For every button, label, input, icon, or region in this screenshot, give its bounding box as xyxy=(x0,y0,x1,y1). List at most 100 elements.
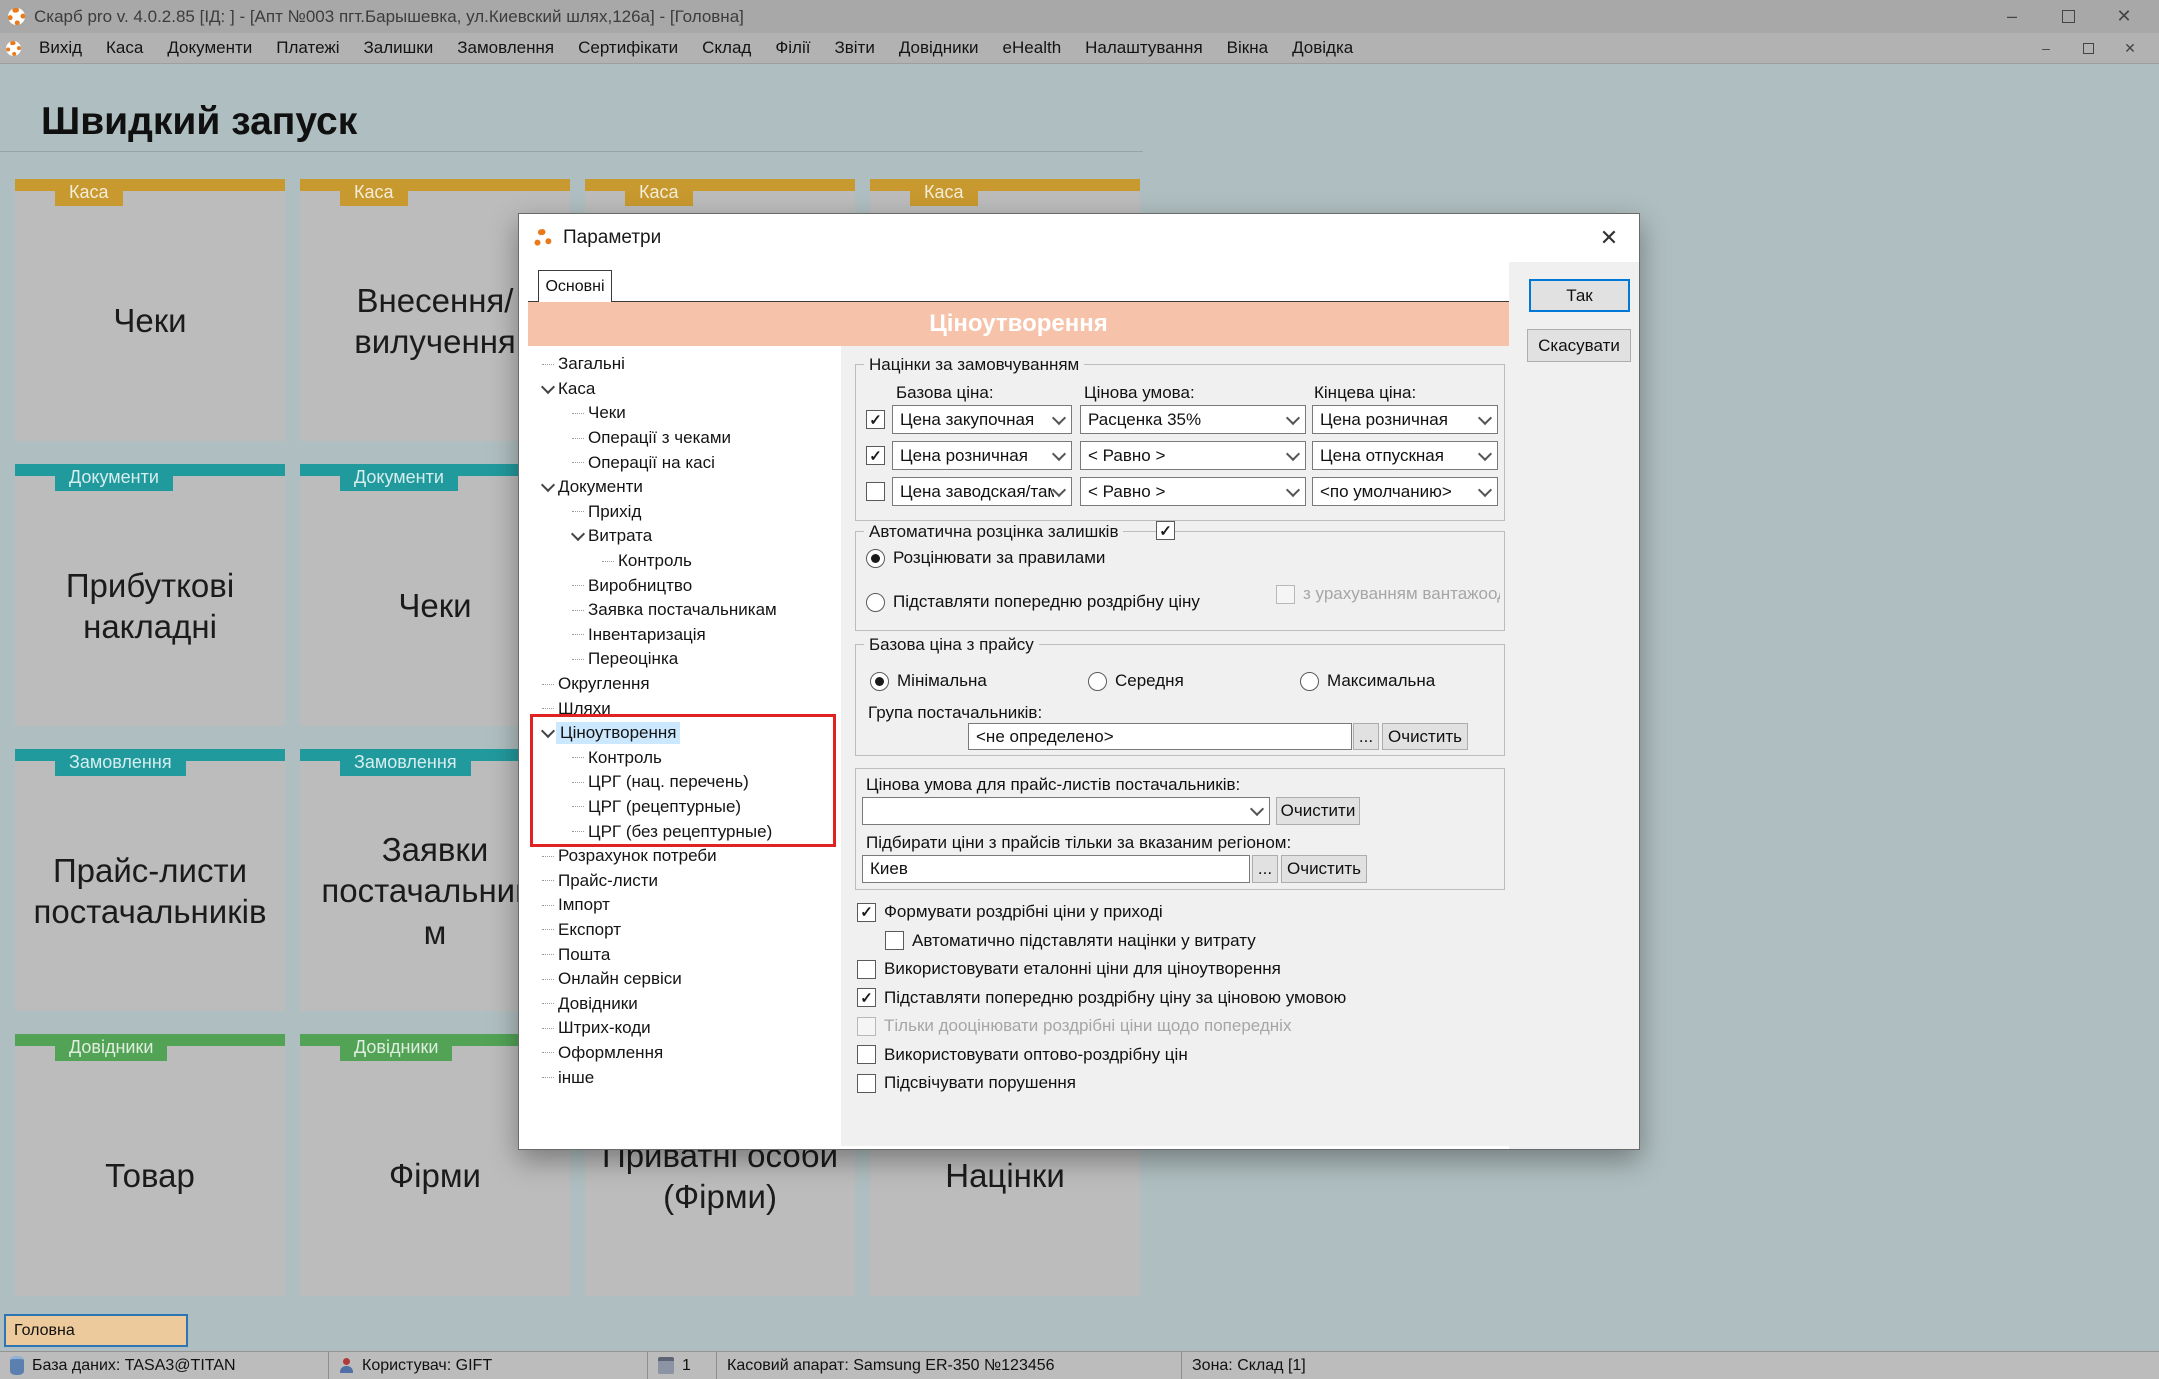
tree-item-Прихід[interactable]: Прихід xyxy=(528,500,841,525)
final-price-combo[interactable]: <по умолчанию> xyxy=(1312,477,1498,506)
tree-item-Онлайн сервіси[interactable]: Онлайн сервіси xyxy=(528,967,841,992)
tree-item-Штрих-коди[interactable]: Штрих-коди xyxy=(528,1016,841,1041)
tree-item-ЦРГ (нац. перечень)[interactable]: ЦРГ (нац. перечень) xyxy=(528,770,841,795)
home-tab[interactable]: Головна xyxy=(4,1314,188,1347)
tree-item-Чеки[interactable]: Чеки xyxy=(528,401,841,426)
menu-item-eHealth[interactable]: eHealth xyxy=(991,34,1074,62)
restore-icon[interactable] xyxy=(2055,6,2081,28)
menu-item-Довідники[interactable]: Довідники xyxy=(887,34,991,62)
tree-item-Контроль[interactable]: Контроль xyxy=(528,746,841,771)
radio-prev-price[interactable] xyxy=(866,593,885,612)
option-row[interactable]: Використовувати еталонні ціни для ціноут… xyxy=(857,959,1281,979)
tree-item-Шляхи[interactable]: Шляхи xyxy=(528,696,841,721)
tile-Товар[interactable]: ДовідникиТовар xyxy=(15,1034,285,1296)
price-condition-clear-button[interactable]: Очистити xyxy=(1276,797,1360,825)
radio-max-row[interactable]: Максимальна xyxy=(1300,671,1435,691)
price-condition-combo[interactable] xyxy=(862,797,1270,825)
markup-row-checkbox[interactable]: ✓ xyxy=(866,446,885,465)
tree-item-Імпорт[interactable]: Імпорт xyxy=(528,893,841,918)
menu-item-Налаштування[interactable]: Налаштування xyxy=(1073,34,1215,62)
tree-item-Операції на касі[interactable]: Операції на касі xyxy=(528,450,841,475)
tree-item-Контроль[interactable]: Контроль xyxy=(528,549,841,574)
tree-item-ЦРГ (без рецептурные)[interactable]: ЦРГ (без рецептурные) xyxy=(528,819,841,844)
mdi-restore-icon[interactable] xyxy=(2075,37,2101,59)
dialog-close-icon[interactable]: ✕ xyxy=(1591,220,1627,256)
tree-item-Документи[interactable]: Документи xyxy=(528,475,841,500)
mdi-minimize-icon[interactable]: – xyxy=(2033,37,2059,59)
menu-item-Довідка[interactable]: Довідка xyxy=(1280,34,1365,62)
radio-prev-price-row[interactable]: Підставляти попередню роздрібну ціну xyxy=(866,592,1200,612)
option-row[interactable]: Автоматично підставляти націнки у витрат… xyxy=(885,931,1256,951)
tree-item-Заявка постачальникам[interactable]: Заявка постачальникам xyxy=(528,598,841,623)
menu-item-Вікна[interactable]: Вікна xyxy=(1215,34,1280,62)
menu-item-Залишки[interactable]: Залишки xyxy=(352,34,446,62)
region-browse-button[interactable]: ... xyxy=(1252,855,1278,883)
menu-item-Замовлення[interactable]: Замовлення xyxy=(445,34,566,62)
menu-item-Документи[interactable]: Документи xyxy=(155,34,264,62)
tree-item-Ціноутворення[interactable]: Ціноутворення xyxy=(528,721,841,746)
menu-item-Сертифікати[interactable]: Сертифікати xyxy=(566,34,690,62)
menu-item-Склад[interactable]: Склад xyxy=(690,34,763,62)
close-icon[interactable]: ✕ xyxy=(2111,6,2137,28)
tab-osnovni[interactable]: Основні xyxy=(538,270,612,302)
tree-item-Переоцінка[interactable]: Переоцінка xyxy=(528,647,841,672)
minimize-icon[interactable]: – xyxy=(1999,6,2025,28)
tree-item-Інвентаризація[interactable]: Інвентаризація xyxy=(528,623,841,648)
tree-item-Виробництво[interactable]: Виробництво xyxy=(528,573,841,598)
ok-button[interactable]: Так xyxy=(1529,279,1630,312)
cancel-button[interactable]: Скасувати xyxy=(1527,329,1631,362)
radio-max[interactable] xyxy=(1300,672,1319,691)
tree-item-Операції з чеками[interactable]: Операції з чеками xyxy=(528,426,841,451)
tree-item-Прайс-листи[interactable]: Прайс-листи xyxy=(528,868,841,893)
option-checkbox[interactable] xyxy=(857,1074,876,1093)
tree-item-Довідники[interactable]: Довідники xyxy=(528,991,841,1016)
option-row[interactable]: Підсвічувати порушення xyxy=(857,1073,1076,1093)
tree-item-ЦРГ (рецептурные)[interactable]: ЦРГ (рецептурные) xyxy=(528,795,841,820)
region-clear-button[interactable]: Очистить xyxy=(1281,855,1367,883)
radio-mid-row[interactable]: Середня xyxy=(1088,671,1184,691)
auto-pricing-checkbox[interactable]: ✓ xyxy=(1156,521,1175,540)
tree-item-Розрахунок потреби[interactable]: Розрахунок потреби xyxy=(528,844,841,869)
menu-item-Платежі[interactable]: Платежі xyxy=(264,34,351,62)
supplier-group-field[interactable]: <не определено> xyxy=(968,723,1352,750)
radio-mid[interactable] xyxy=(1088,672,1107,691)
radio-min-row[interactable]: Мінімальна xyxy=(870,671,987,691)
option-checkbox[interactable]: ✓ xyxy=(857,903,876,922)
option-checkbox[interactable] xyxy=(857,1045,876,1064)
tree-item-Витрата[interactable]: Витрата xyxy=(528,524,841,549)
tree-item-Експорт[interactable]: Експорт xyxy=(528,918,841,943)
tree-item-Пошта[interactable]: Пошта xyxy=(528,942,841,967)
option-checkbox[interactable]: ✓ xyxy=(857,988,876,1007)
radio-rules-row[interactable]: Розцінювати за правилами xyxy=(866,548,1105,568)
tree-item-Каса[interactable]: Каса xyxy=(528,377,841,402)
tree-item-Загальні[interactable]: Загальні xyxy=(528,352,841,377)
supplier-browse-button[interactable]: ... xyxy=(1353,723,1379,750)
option-row[interactable]: Використовувати оптово-роздрібну цін xyxy=(857,1045,1188,1065)
tile-Прибуткові накладні[interactable]: ДокументиПрибуткові накладні xyxy=(15,464,285,726)
mdi-close-icon[interactable]: ✕ xyxy=(2117,37,2143,59)
menu-item-Вихід[interactable]: Вихід xyxy=(27,34,94,62)
menu-item-Каса[interactable]: Каса xyxy=(94,34,155,62)
price-condition-combo[interactable]: < Равно > xyxy=(1080,441,1306,470)
option-checkbox[interactable] xyxy=(857,960,876,979)
supplier-clear-button[interactable]: Очистить xyxy=(1382,723,1468,750)
price-condition-combo[interactable]: Расценка 35% xyxy=(1080,405,1306,434)
radio-min[interactable] xyxy=(870,672,889,691)
final-price-combo[interactable]: Цена отпускная xyxy=(1312,441,1498,470)
tile-Прайс-листи постачальників[interactable]: ЗамовленняПрайс-листи постачальників xyxy=(15,749,285,1011)
tree-item-Округлення[interactable]: Округлення xyxy=(528,672,841,697)
option-row[interactable]: ✓Формувати роздрібні ціни у приході xyxy=(857,902,1163,922)
tree-item-інше[interactable]: інше xyxy=(528,1065,841,1090)
final-price-combo[interactable]: Цена розничная xyxy=(1312,405,1498,434)
option-row[interactable]: ✓Підставляти попередню роздрібну ціну за… xyxy=(857,988,1346,1008)
price-condition-combo[interactable]: < Равно > xyxy=(1080,477,1306,506)
region-field[interactable]: Киев xyxy=(862,855,1250,883)
base-price-combo[interactable]: Цена закупочная xyxy=(892,405,1072,434)
base-price-combo[interactable]: Цена заводская/там xyxy=(892,477,1072,506)
markup-row-checkbox[interactable]: ✓ xyxy=(866,410,885,429)
radio-rules[interactable] xyxy=(866,549,885,568)
tree-item-Оформлення[interactable]: Оформлення xyxy=(528,1041,841,1066)
menu-item-Звіти[interactable]: Звіти xyxy=(822,34,886,62)
tile-Чеки[interactable]: КасаЧеки xyxy=(15,179,285,441)
option-checkbox[interactable] xyxy=(885,931,904,950)
